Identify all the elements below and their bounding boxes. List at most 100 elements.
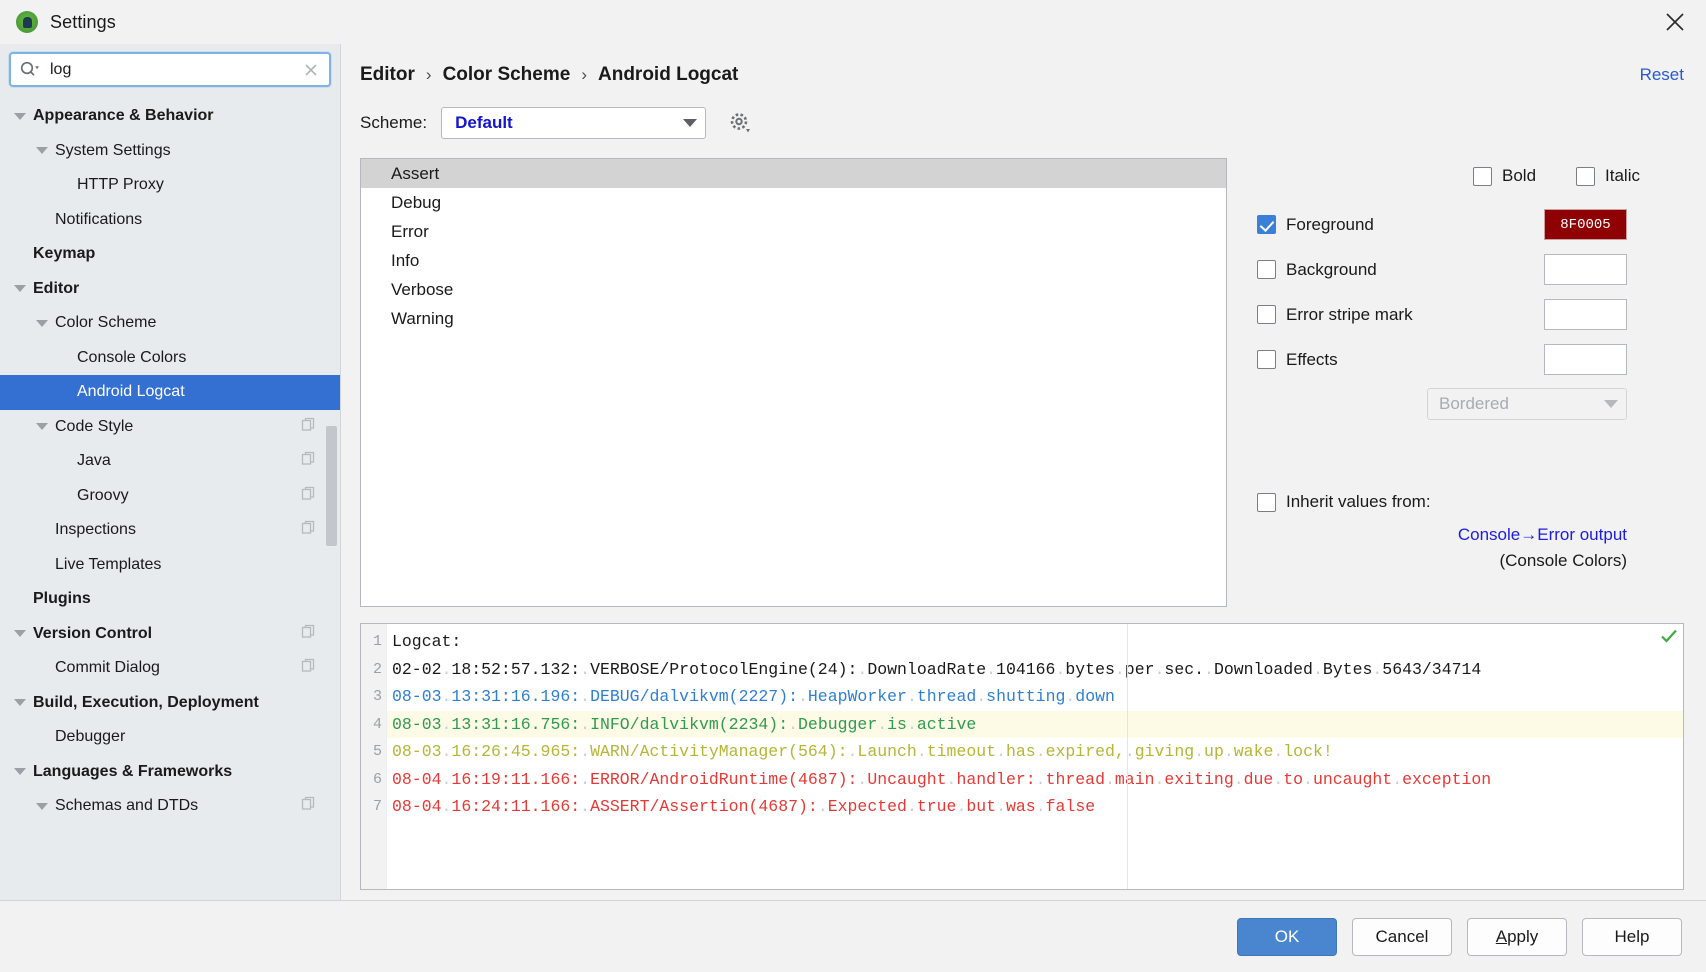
- error-stripe-checkbox[interactable]: [1257, 305, 1276, 324]
- preview-code[interactable]: Logcat: 02-02.18:52:57.132:.VERBOSE/Proto…: [387, 624, 1683, 889]
- error-stripe-checkbox-row[interactable]: Error stripe mark: [1257, 305, 1544, 325]
- line-number: 2: [372, 660, 382, 678]
- search-input[interactable]: [50, 60, 301, 79]
- expand-arrow-icon[interactable]: [14, 630, 26, 638]
- cancel-button[interactable]: Cancel: [1352, 917, 1452, 956]
- log-token: DEBUG/dalvikvm(2227):: [590, 687, 798, 706]
- sidebar-item-schemas-and-dtds[interactable]: Schemas and DTDs: [0, 789, 340, 824]
- sidebar-item-system-settings[interactable]: System Settings: [0, 134, 340, 169]
- sidebar-item-notifications[interactable]: Notifications: [0, 203, 340, 238]
- effects-color-swatch[interactable]: [1544, 344, 1627, 375]
- search-box[interactable]: [9, 52, 331, 87]
- expand-arrow-icon[interactable]: [36, 319, 48, 327]
- expand-arrow-icon[interactable]: [14, 699, 26, 707]
- bold-checkbox[interactable]: [1473, 166, 1492, 186]
- sidebar-item-plugins[interactable]: Plugins: [0, 582, 340, 617]
- effects-checkbox[interactable]: [1257, 350, 1276, 369]
- color-key-list[interactable]: Assert Debug Error Info Verbose Warning: [360, 158, 1227, 607]
- effects-checkbox-row[interactable]: Effects: [1257, 350, 1544, 370]
- whitespace-dot: .: [441, 769, 452, 789]
- search-icon: [20, 61, 39, 78]
- sidebar-item-version-control[interactable]: Version Control: [0, 617, 340, 652]
- italic-checkbox[interactable]: [1576, 166, 1596, 186]
- color-key-item[interactable]: Verbose: [361, 275, 1226, 304]
- settings-dialog: Settings log Appearance & Behavior Syste…: [0, 0, 1706, 972]
- log-token: exiting: [1164, 769, 1234, 789]
- inherit-source-link[interactable]: Console→Error output: [1458, 525, 1627, 544]
- sidebar-item-appearance-behavior[interactable]: Appearance & Behavior: [0, 99, 340, 134]
- sidebar-item-debugger[interactable]: Debugger: [0, 720, 340, 755]
- error-stripe-color-swatch[interactable]: [1544, 299, 1627, 330]
- sidebar-item-color-scheme[interactable]: Color Scheme: [0, 306, 340, 341]
- settings-tree[interactable]: Appearance & Behavior System Settings HTTP…: [0, 97, 340, 900]
- background-color-swatch[interactable]: [1544, 254, 1627, 285]
- inherit-checkbox-row[interactable]: Inherit values from:: [1257, 492, 1684, 512]
- color-key-item[interactable]: Assert: [361, 159, 1226, 188]
- whitespace-dot: .: [906, 687, 917, 706]
- copy-settings-icon[interactable]: [301, 451, 316, 471]
- sidebar-item-label: Plugins: [33, 590, 91, 608]
- expand-arrow-icon[interactable]: [14, 768, 26, 776]
- color-key-item[interactable]: Info: [361, 246, 1226, 275]
- ok-button[interactable]: OK: [1237, 917, 1337, 956]
- whitespace-dot: .: [1035, 742, 1046, 761]
- copy-settings-icon[interactable]: [301, 417, 316, 437]
- log-token: 16:19:11.166:: [451, 769, 581, 789]
- sidebar-item-build-execution-deployment[interactable]: Build, Execution, Deployment: [0, 686, 340, 721]
- inherit-checkbox[interactable]: [1257, 492, 1276, 512]
- clear-icon[interactable]: [301, 60, 321, 80]
- copy-settings-icon[interactable]: [301, 658, 316, 678]
- expand-arrow-icon[interactable]: [36, 423, 48, 431]
- bold-checkbox-row[interactable]: Bold: [1473, 166, 1536, 186]
- log-token: DownloadRate: [867, 659, 987, 679]
- copy-settings-icon[interactable]: [301, 520, 316, 540]
- sidebar-item-editor[interactable]: Editor: [0, 272, 340, 307]
- expand-arrow-icon[interactable]: [14, 112, 26, 120]
- whitespace-dot: .: [441, 797, 452, 816]
- sidebar-item-languages-frameworks[interactable]: Languages & Frameworks: [0, 755, 340, 790]
- sidebar-item-groovy[interactable]: Groovy: [0, 479, 340, 514]
- color-key-item[interactable]: Warning: [361, 304, 1226, 333]
- sidebar-item-inspections[interactable]: Inspections: [0, 513, 340, 548]
- error-stripe-row: Error stripe mark: [1257, 292, 1684, 337]
- sidebar-item-console-colors[interactable]: Console Colors: [0, 341, 340, 376]
- copy-settings-icon[interactable]: [301, 486, 316, 506]
- expand-arrow-icon[interactable]: [36, 802, 48, 810]
- apply-button[interactable]: Apply: [1467, 917, 1567, 956]
- copy-settings-icon[interactable]: [301, 796, 316, 816]
- reset-link[interactable]: Reset: [1640, 65, 1684, 85]
- gear-icon[interactable]: [728, 111, 752, 135]
- foreground-checkbox[interactable]: [1257, 215, 1276, 234]
- background-checkbox-row[interactable]: Background: [1257, 260, 1544, 280]
- sidebar-scrollbar[interactable]: [326, 96, 337, 892]
- italic-checkbox-row[interactable]: Italic: [1576, 166, 1640, 186]
- preview-log-line: 08-03.13:31:16.756:.INFO/dalvikvm(2234):…: [387, 710, 1683, 738]
- breadcrumb-color-scheme[interactable]: Color Scheme: [443, 64, 571, 86]
- color-key-item[interactable]: Error: [361, 217, 1226, 246]
- close-icon[interactable]: [1658, 5, 1692, 39]
- breadcrumb-editor[interactable]: Editor: [360, 64, 415, 86]
- inherit-label: Inherit values from:: [1286, 492, 1431, 511]
- copy-settings-icon[interactable]: [301, 624, 316, 644]
- foreground-checkbox-row[interactable]: Foreground: [1257, 215, 1544, 235]
- help-button[interactable]: Help: [1582, 917, 1682, 956]
- expand-arrow-icon[interactable]: [36, 147, 48, 155]
- sidebar-item-code-style[interactable]: Code Style: [0, 410, 340, 445]
- sidebar-item-http-proxy[interactable]: HTTP Proxy: [0, 168, 340, 203]
- sidebar-scroll-thumb[interactable]: [326, 426, 337, 546]
- sidebar-item-android-logcat[interactable]: Android Logcat: [0, 375, 340, 410]
- expand-arrow-icon[interactable]: [14, 285, 26, 293]
- sidebar-item-java[interactable]: Java: [0, 444, 340, 479]
- log-token: thread: [916, 687, 977, 706]
- scheme-select[interactable]: Default: [441, 107, 707, 139]
- effect-type-select[interactable]: Bordered: [1427, 388, 1627, 420]
- search-container: [0, 44, 340, 97]
- foreground-color-swatch[interactable]: 8F0005: [1544, 209, 1627, 240]
- sidebar-item-keymap[interactable]: Keymap: [0, 237, 340, 272]
- sidebar-item-live-templates[interactable]: Live Templates: [0, 548, 340, 583]
- preview-scrollbar[interactable]: [1673, 624, 1683, 889]
- color-key-item[interactable]: Debug: [361, 188, 1226, 217]
- sidebar-item-commit-dialog[interactable]: Commit Dialog: [0, 651, 340, 686]
- settings-content: Editor › Color Scheme › Android Logcat R…: [341, 44, 1706, 900]
- background-checkbox[interactable]: [1257, 260, 1276, 279]
